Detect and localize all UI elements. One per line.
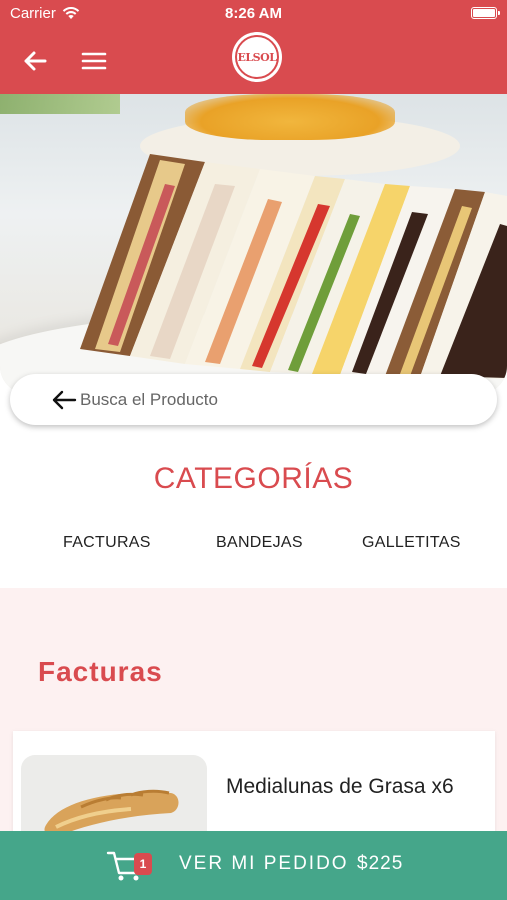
status-bar: Carrier 8:26 AM [0,0,507,28]
section-title: Facturas [38,656,163,687]
tab-galletitas[interactable]: GALLETITAS [362,534,461,552]
search-bar[interactable] [10,374,497,425]
categories-title: CATEGORÍAS [153,462,354,495]
top-nav-bar: ELSOL [0,28,507,94]
battery-icon [471,7,500,19]
arrow-left-icon[interactable] [20,46,50,76]
logo-ring: ELSOL [235,35,279,79]
arrow-left-icon[interactable] [50,386,78,414]
view-order-label: VER MI PEDIDO [179,853,349,874]
sandwich-illustration [80,154,507,379]
tab-facturas[interactable]: FACTURAS [63,534,151,552]
view-order-bar[interactable]: 1 VER MI PEDIDO $225 [0,831,507,900]
hero-image-sandwiches [0,94,507,394]
order-total: $225 [357,853,404,874]
app-screen: Carrier 8:26 AM ELSOL Busca el Producto … [0,0,507,900]
product-name: Medialunas de Grasa x6 [226,775,454,798]
logo-text: ELSOL [237,50,277,64]
status-time: 8:26 AM [225,5,282,22]
brand-logo[interactable]: ELSOL [232,32,282,82]
tab-bandejas[interactable]: BANDEJAS [216,534,303,552]
category-tabs: FACTURAS BANDEJAS GALLETITAS [0,534,507,558]
search-input[interactable] [80,389,460,410]
cart-count-badge: 1 [134,853,152,875]
hamburger-menu-icon[interactable] [80,47,108,75]
